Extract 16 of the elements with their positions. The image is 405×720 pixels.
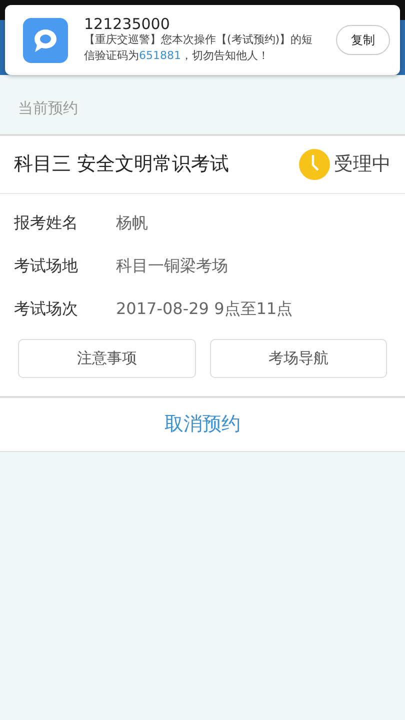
field-label: 考试场地 bbox=[14, 255, 79, 277]
field-value: 2017-08-29 9点至11点 bbox=[116, 298, 293, 320]
sender-number: 121235000 bbox=[84, 16, 171, 32]
message-text: 【重庆交巡警】您本次操作【(考试预约)】的短信验证码为651881，切勿告知他人！ bbox=[84, 32, 314, 64]
section-label: 当前预约 bbox=[17, 98, 79, 119]
field-label: 考试场次 bbox=[14, 298, 79, 320]
clock-icon bbox=[299, 148, 330, 180]
field-value: 杨帆 bbox=[116, 212, 148, 234]
action-button[interactable]: 考场导航 bbox=[210, 338, 387, 378]
status-text: 受理中 bbox=[334, 152, 391, 177]
copy-button[interactable]: 复制 bbox=[336, 25, 390, 55]
action-button[interactable]: 注意事项 bbox=[18, 338, 196, 378]
message-app-icon bbox=[23, 18, 68, 62]
exam-title: 科目三 安全文明常识考试 bbox=[14, 152, 230, 177]
field-label: 报考姓名 bbox=[14, 212, 79, 234]
field-value: 科目一铜梁考场 bbox=[116, 255, 228, 277]
